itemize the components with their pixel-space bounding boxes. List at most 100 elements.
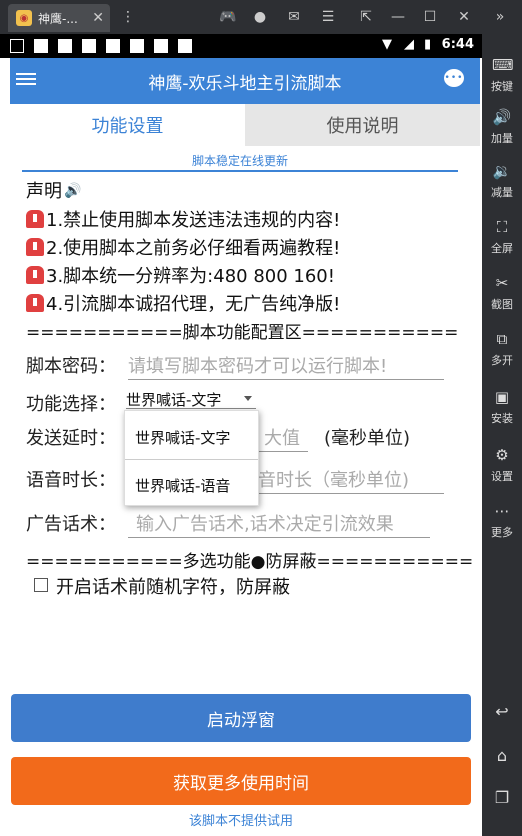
declaration-item: 1.禁止使用脚本发送违法违规的内容! xyxy=(26,206,340,232)
sidebar-label: 安装 xyxy=(491,412,513,425)
sidebar-label: 按键 xyxy=(491,80,513,93)
speaker-icon: 🔊 xyxy=(64,183,82,199)
shrink-window-icon[interactable]: ⇱ xyxy=(356,7,376,27)
declaration-item-text: 4.引流脚本诚招代理，无广告纯净版! xyxy=(46,294,341,315)
alarm-icon xyxy=(26,238,44,256)
expand-sidebar-icon[interactable]: » xyxy=(490,7,510,27)
sidebar-volume-down[interactable]: 🔉 减量 xyxy=(482,162,522,200)
wifi-icon: ▼ xyxy=(382,37,392,52)
declaration-item-text: 2.使用脚本之前务必仔细看两遍教程! xyxy=(46,238,341,259)
sidebar-settings[interactable]: ⚙ 设置 xyxy=(482,446,522,484)
volume-down-icon: 🔉 xyxy=(492,162,512,180)
mail-icon[interactable]: ✉ xyxy=(284,7,304,27)
chat-icon[interactable]: ••• xyxy=(444,69,464,87)
random-char-checkbox[interactable] xyxy=(34,578,48,592)
gear-icon: ⚙ xyxy=(495,446,509,464)
dropdown-option[interactable]: 世界喊话-语音 xyxy=(135,475,230,496)
close-window-icon[interactable]: ✕ xyxy=(454,7,474,27)
function-label: 功能选择： xyxy=(26,394,116,415)
settings-menu-icon[interactable]: ☰ xyxy=(318,7,338,27)
declaration-item: 4.引流脚本诚招代理，无广告纯净版! xyxy=(26,290,340,316)
function-dropdown: 世界喊话-文字 世界喊话-语音 xyxy=(124,410,259,506)
emulator-tab[interactable]: ◉ 神鹰-... ✕ xyxy=(8,4,110,32)
minimize-icon[interactable]: — xyxy=(388,7,408,27)
get-more-time-button[interactable]: 获取更多使用时间 xyxy=(11,757,471,805)
password-label: 脚本密码： xyxy=(26,356,116,377)
declaration-title: 声明 🔊 xyxy=(26,177,81,203)
delay-unit: (毫秒单位) xyxy=(324,428,411,449)
scissors-icon: ✂ xyxy=(495,274,509,292)
app-bar: 神鹰-欢乐斗地主引流脚本 ••• xyxy=(10,58,480,104)
sidebar-label: 更多 xyxy=(491,526,513,539)
sidebar-multi-instance[interactable]: ⧉ 多开 xyxy=(482,330,522,368)
multi-window-icon: ⧉ xyxy=(496,330,508,348)
more-icon: ⋯ xyxy=(494,502,510,520)
tab-manual[interactable]: 使用说明 xyxy=(245,104,480,146)
tab-title: 神鹰-... xyxy=(38,11,78,26)
volume-up-icon: 🔊 xyxy=(492,108,512,126)
tab-settings[interactable]: 功能设置 xyxy=(10,104,245,146)
app-title: 神鹰-欢乐斗地主引流脚本 xyxy=(148,73,342,94)
multi-divider: ===========多选功能●防屏蔽=========== xyxy=(26,552,474,572)
footer-note: 该脚本不提供试用 xyxy=(188,814,293,829)
account-icon[interactable]: ● xyxy=(250,7,270,27)
sidebar-label: 加量 xyxy=(491,132,513,145)
close-tab-icon[interactable]: ✕ xyxy=(92,10,104,26)
notification-icon xyxy=(34,39,48,53)
sidebar-label: 全屏 xyxy=(491,242,513,255)
ad-label: 广告话术： xyxy=(26,514,116,535)
sidebar-label: 减量 xyxy=(491,186,513,199)
declaration-title-text: 声明 xyxy=(26,181,62,202)
chevron-down-icon xyxy=(244,396,252,401)
home-icon[interactable]: ⌂ xyxy=(492,746,512,765)
delay-label: 发送延时： xyxy=(26,428,116,449)
battery-icon: ▮ xyxy=(424,37,432,52)
dropdown-divider xyxy=(125,459,258,460)
sidebar-label: 截图 xyxy=(491,298,513,311)
sidebar-fullscreen[interactable]: ⛶ 全屏 xyxy=(482,218,522,256)
notification-icon xyxy=(82,39,96,53)
notification-icon xyxy=(58,39,72,53)
clock: 6:44 xyxy=(441,37,474,52)
sidebar-install-apk[interactable]: ▣ 安装 xyxy=(482,388,522,426)
dropdown-option[interactable]: 世界喊话-文字 xyxy=(135,427,230,448)
notification-icon xyxy=(10,39,24,53)
signal-icon: ◢ xyxy=(404,37,414,52)
maximize-icon[interactable]: ☐ xyxy=(420,7,440,27)
declaration-item: 2.使用脚本之前务必仔细看两遍教程! xyxy=(26,234,340,260)
notification-icon xyxy=(130,39,144,53)
sidebar-keymap[interactable]: ⌨ 按键 xyxy=(482,56,522,94)
voice-label: 语音时长： xyxy=(26,470,116,491)
tab-bar: 功能设置 使用说明 xyxy=(10,104,480,146)
emulator-title-bar: ◉ 神鹰-... ✕ ⋮ 🎮 ● ✉ ☰ ⇱ — ☐ ✕ » xyxy=(0,0,522,34)
apk-icon: ▣ xyxy=(494,388,510,406)
sidebar-screenshot[interactable]: ✂ 截图 xyxy=(482,274,522,312)
declaration-item: 3.脚本统一分辨率为:480 800 160! xyxy=(26,262,335,288)
more-vertical-icon[interactable]: ⋮ xyxy=(118,7,138,27)
password-input[interactable]: 请填写脚本密码才可以运行脚本! xyxy=(128,348,444,380)
keyboard-icon: ⌨ xyxy=(492,56,514,74)
random-char-label[interactable]: 开启话术前随机字符，防屏蔽 xyxy=(56,573,290,599)
menu-icon[interactable] xyxy=(16,70,36,90)
recent-apps-icon[interactable]: ❐ xyxy=(492,788,512,807)
android-status-bar: ▼ ◢ ▮ 6:44 xyxy=(0,34,482,58)
sidebar-volume-up[interactable]: 🔊 加量 xyxy=(482,108,522,146)
declaration-item-text: 1.禁止使用脚本发送违法违规的内容! xyxy=(46,210,341,231)
fullscreen-icon: ⛶ xyxy=(496,218,508,236)
sidebar-label: 设置 xyxy=(491,470,513,483)
app-icon: ◉ xyxy=(16,10,32,26)
alarm-icon xyxy=(26,210,44,228)
ad-script-input[interactable]: 输入广告话术,话术决定引流效果 xyxy=(128,506,430,538)
gamepad-icon[interactable]: 🎮 xyxy=(218,7,238,27)
sidebar-more[interactable]: ⋯ 更多 xyxy=(482,502,522,540)
update-notice: 脚本稳定在线更新 xyxy=(22,146,458,172)
config-divider: ===========脚本功能配置区=========== xyxy=(26,323,459,343)
back-icon[interactable]: ↩ xyxy=(492,702,512,721)
function-select[interactable]: 世界喊话-文字 xyxy=(126,389,256,409)
declaration-item-text: 3.脚本统一分辨率为:480 800 160! xyxy=(46,266,335,287)
start-float-button[interactable]: 启动浮窗 xyxy=(11,694,471,742)
notification-icon xyxy=(106,39,120,53)
emulator-sidebar: ⌨ 按键 🔊 加量 🔉 减量 ⛶ 全屏 ✂ 截图 ⧉ 多开 ▣ 安装 ⚙ 设置 ⋯ 更多 ↩ ⌂ … xyxy=(482,34,522,836)
notification-icon xyxy=(154,39,168,53)
function-selected-value: 世界喊话-文字 xyxy=(126,391,222,409)
